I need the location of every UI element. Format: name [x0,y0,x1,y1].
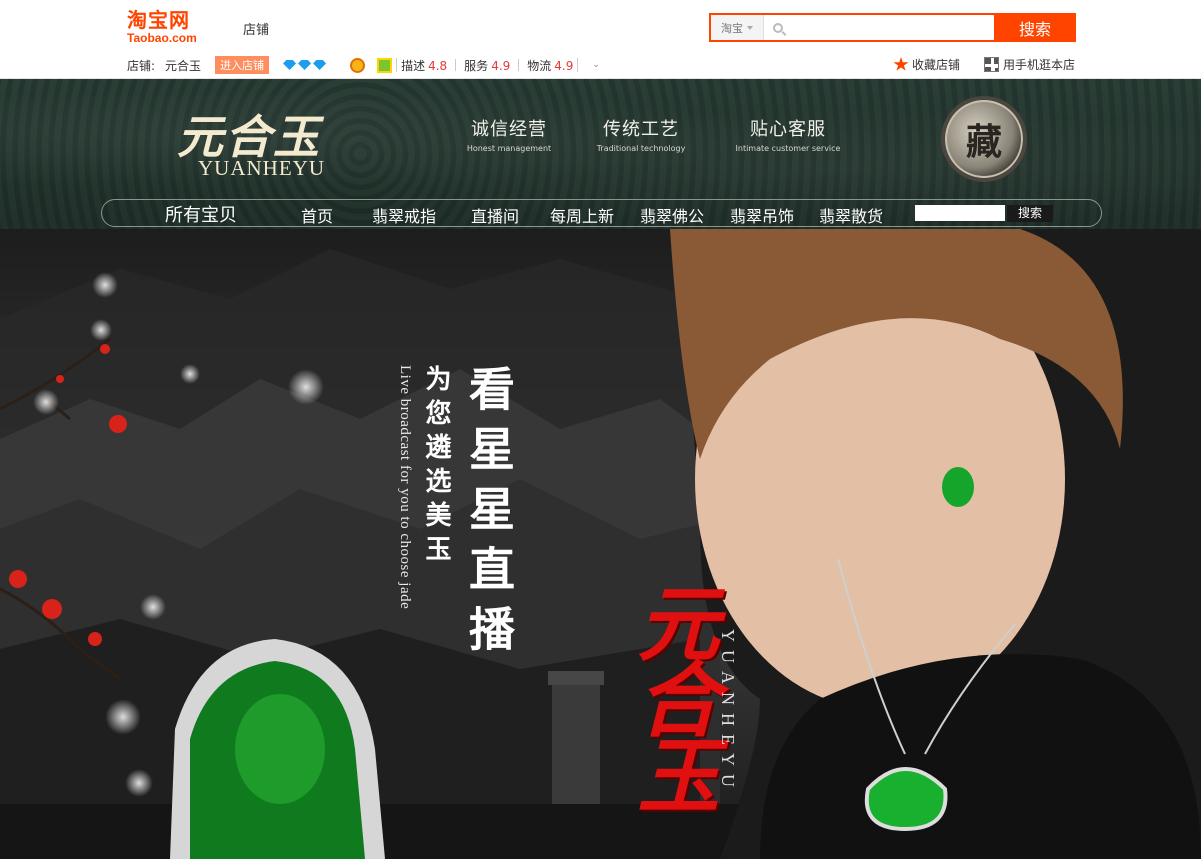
banner-brand-cn: 元合玉 [623,581,719,809]
bokeh-light [125,769,153,797]
favorite-shop-link[interactable]: 收藏店铺 [893,56,960,73]
score-service: 服务 4.9 [464,57,510,74]
bokeh-light [90,319,112,341]
bokeh-light [140,594,166,620]
chevron-down-icon[interactable]: ⌄ [592,60,600,70]
shop-info-label: 店铺: [127,58,156,73]
diamond-icon [298,60,312,70]
score-label: 描述 [401,58,426,73]
nav-item-weekly-new[interactable]: 每周上新 [550,203,614,227]
nav-item-rings[interactable]: 翡翠戒指 [372,203,436,227]
seller-rank-diamonds [283,60,327,70]
search-icon [773,22,783,33]
mobile-browse-label: 用手机逛本店 [1003,58,1076,72]
nav-item-live[interactable]: 直播间 [471,203,519,227]
divider [518,59,520,71]
slogan-honest: 诚信经营 Honest management [458,119,560,153]
banner-tagline-small: 为您遴选美玉 [421,365,451,569]
chevron-down-icon [747,25,753,30]
shop-nav: 所有宝贝 首页 翡翠戒指 直播间 每周上新 翡翠佛公 翡翠吊饰 翡翠散货 搜索 [101,199,1102,227]
nav-item-buddha[interactable]: 翡翠佛公 [640,203,704,227]
shop-info-bar: 店铺: 元合玉 进入店铺 描述 4.8 服务 4.9 物流 4.9 ⌄ [127,56,600,74]
shop-channel-label: 店铺 [243,23,270,38]
score-logistics: 物流 4.9 [527,57,573,74]
star-icon [893,57,909,71]
score-label: 物流 [527,58,552,73]
mobile-browse-link[interactable]: 用手机逛本店 [984,56,1075,73]
divider [455,59,457,71]
bokeh-light [105,699,141,735]
nav-item-loose[interactable]: 翡翠散货 [819,203,883,227]
search-scope-label: 淘宝 [721,21,743,35]
score-value: 4.9 [554,58,574,73]
banner-brand-en: YUANHEYU [718,629,738,795]
slogan-en: Honest management [466,144,552,153]
taobao-topbar: 淘宝网 Taobao.com 店铺 淘宝 搜索 店铺: 元合玉 进入店铺 描述 4… [0,0,1201,79]
gold-seller-badge-icon[interactable] [350,57,366,73]
taobao-logo-cn: 淘宝网 [127,8,190,32]
shop-scores[interactable]: 描述 4.8 服务 4.9 物流 4.9 [396,57,579,74]
nav-all-items[interactable]: 所有宝贝 [165,201,237,227]
taobao-logo-en: Taobao.com [127,31,197,45]
shop-logo-en: YUANHEYU [198,156,325,180]
hero-banner[interactable]: Live broadcast for you to choose jade 为您… [0,229,1201,859]
shop-name[interactable]: 元合玉 [165,57,201,74]
slogan-cn: 贴心客服 [750,119,826,140]
score-value: 4.8 [428,58,448,73]
taobao-logo[interactable]: 淘宝网 Taobao.com [127,8,217,48]
score-value: 4.9 [491,58,511,73]
mountain-landscape [0,229,1201,859]
qr-code-icon [984,57,999,72]
shop-search-button[interactable]: 搜索 [1007,205,1053,222]
search-button[interactable]: 搜索 [994,13,1076,42]
slogan-traditional: 传统工艺 Traditional technology [585,119,697,153]
banner-english-tagline: Live broadcast for you to choose jade [397,365,413,610]
search-input-wrap [764,15,994,40]
collect-seal-icon[interactable]: 藏 [941,96,1027,182]
shop-search-input[interactable] [915,205,1005,221]
diamond-icon [283,60,297,70]
nav-item-home[interactable]: 首页 [301,203,333,227]
bokeh-light [180,364,200,384]
score-label: 服务 [464,58,489,73]
slogan-cn: 传统工艺 [603,119,679,140]
search-scope-select[interactable]: 淘宝 [711,15,764,40]
seal-char: 藏 [965,121,1002,163]
slogan-en: Traditional technology [596,144,686,153]
slogan-service: 贴心客服 Intimate customer service [722,119,854,153]
banner-tagline-big: 看星星直播 [462,365,516,665]
slogan-cn: 诚信经营 [471,119,547,140]
nav-item-pendants[interactable]: 翡翠吊饰 [730,203,794,227]
shop-header: 元合玉 YUANHEYU 诚信经营 Honest management 传统工艺… [0,79,1201,229]
bokeh-light [33,389,59,415]
consumer-protection-badge-icon[interactable] [377,57,393,73]
slogan-en: Intimate customer service [735,144,841,153]
enter-shop-button[interactable]: 进入店铺 [215,56,270,74]
score-description: 描述 4.8 [401,57,447,74]
global-search: 淘宝 搜索 [709,13,1076,42]
bokeh-light [92,272,118,298]
search-input[interactable] [789,16,994,39]
favorite-shop-label: 收藏店铺 [912,58,961,72]
diamond-icon [313,60,327,70]
bokeh-light [288,369,324,405]
